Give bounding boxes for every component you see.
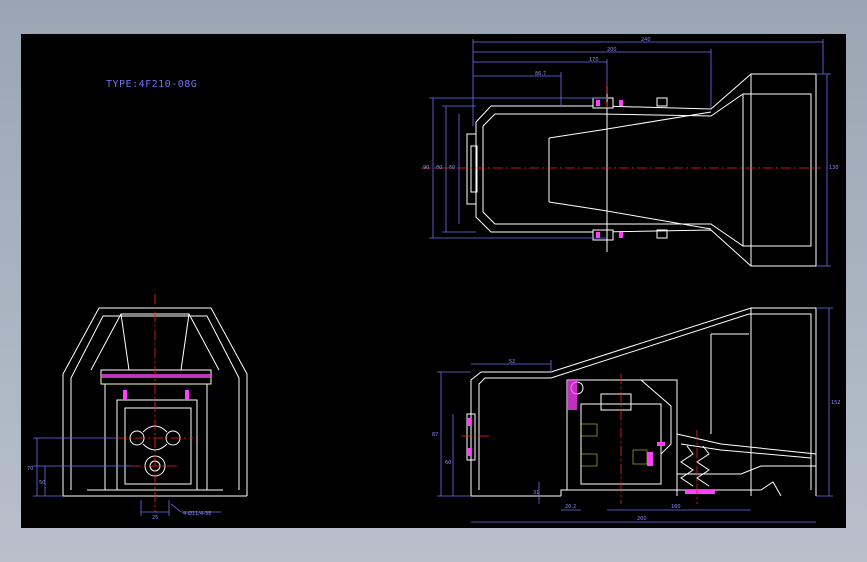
dim-side-60: 60 [445,460,451,466]
top-view [466,73,817,267]
dim-front-70: 70 [27,466,33,472]
dim-left-60: 60 [449,165,455,171]
dim-side-152: 152 [831,400,841,406]
dim-front-note: 4-Ø11/4-35 [183,510,211,517]
drawing-canvas[interactable]: TYPE:4F210-08G 240 200 170 86.7 90 80 60… [21,34,846,528]
side-view-section [467,380,715,494]
dim-right-130: 130 [829,165,839,171]
cad-drawing: 240 200 170 86.7 90 80 60 130 70 50 25 4… [27,37,841,523]
dim-side-200: 200 [637,516,647,522]
front-view-dimensions [33,437,221,516]
top-view-centerline [421,84,821,169]
side-view [466,307,817,497]
top-view-bolts-magenta [596,100,623,238]
side-view-dim-labels: 52 87 60 31 20.2 160 200 152 [432,359,841,522]
side-view-hatch [580,423,648,467]
front-view-dim-labels: 70 50 25 4-Ø11/4-35 [27,466,211,521]
dim-side-52: 52 [509,359,515,365]
dim-left-90: 90 [423,165,429,171]
dim-front-50: 50 [39,480,45,486]
dim-side-202: 20.2 [565,504,576,510]
dim-top-86: 86.7 [535,71,546,77]
front-view-centerline [117,294,193,512]
front-view-section [101,374,211,400]
dim-front-25: 25 [152,515,158,521]
dim-top-200: 200 [607,47,617,53]
dim-top-240: 240 [641,37,651,43]
dim-left-80: 80 [436,165,442,171]
dim-side-160: 160 [671,504,681,510]
dim-side-87: 87 [432,432,438,438]
dim-top-170: 170 [589,57,599,63]
top-view-dim-labels: 240 200 170 86.7 90 80 60 130 [423,37,839,171]
dim-side-31: 31 [533,490,539,496]
